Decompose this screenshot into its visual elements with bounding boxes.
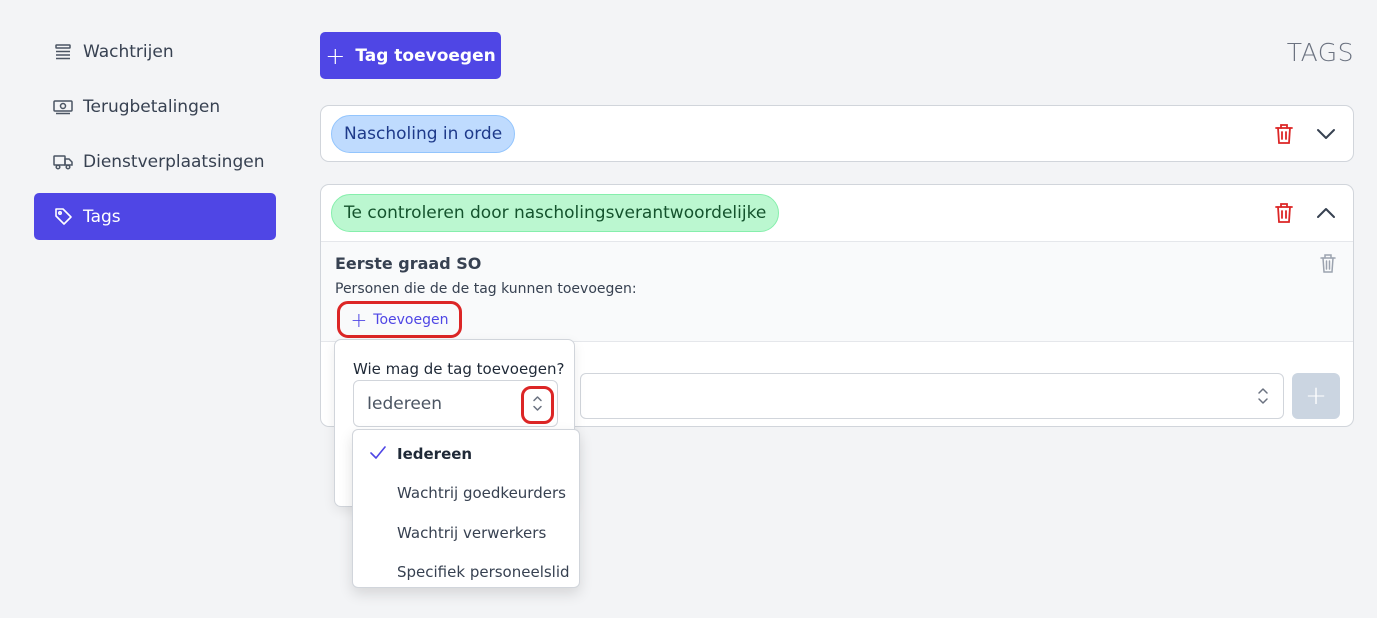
- rule-select[interactable]: [580, 373, 1284, 419]
- tag-card: Nascholing in orde: [320, 105, 1354, 162]
- sidebar-item-label: Tags: [83, 206, 121, 227]
- tag-pill: Te controleren door nascholingsverantwoo…: [331, 194, 780, 232]
- option-label: Wachtrij goedkeurders: [397, 484, 566, 503]
- who-can-add-options: Iedereen Wachtrij goedkeurders Wachtrij …: [352, 429, 580, 588]
- sidebar: Wachtrijen Terugbetalingen Dienstverplaa…: [34, 28, 276, 248]
- trash-icon[interactable]: [1273, 201, 1295, 225]
- plus-icon: +: [325, 41, 346, 70]
- option-wachtrij-verwerkers[interactable]: Wachtrij verwerkers: [353, 513, 579, 553]
- sidebar-item-terugbetalingen[interactable]: Terugbetalingen: [34, 83, 276, 130]
- money-icon: [52, 96, 74, 118]
- add-tag-button[interactable]: + Tag toevoegen: [320, 32, 501, 79]
- add-tag-label: Tag toevoegen: [355, 45, 496, 66]
- sidebar-item-label: Wachtrijen: [83, 41, 174, 62]
- sidebar-item-label: Terugbetalingen: [83, 96, 221, 117]
- add-rule-button[interactable]: +: [1292, 373, 1340, 419]
- select-toggle[interactable]: [521, 386, 554, 424]
- check-icon: [369, 445, 387, 465]
- add-person-label: Toevoegen: [373, 311, 449, 328]
- popover-label: Wie mag de tag toevoegen?: [353, 360, 565, 378]
- option-specifiek-personeelslid[interactable]: Specifiek personeelslid: [353, 553, 579, 593]
- chevron-up-icon[interactable]: [1315, 202, 1337, 224]
- plus-icon: +: [1305, 381, 1327, 411]
- page-title: TAGS: [1286, 38, 1354, 67]
- chevron-up-down-icon: [1257, 387, 1269, 409]
- queue-icon: [52, 41, 74, 63]
- sidebar-item-label: Dienstverplaatsingen: [83, 151, 265, 172]
- option-label: Specifiek personeelslid: [397, 563, 570, 582]
- sidebar-item-dienstverplaatsingen[interactable]: Dienstverplaatsingen: [34, 138, 276, 185]
- rule-title: Eerste graad SO: [335, 254, 482, 273]
- trash-icon[interactable]: [1319, 253, 1337, 274]
- sidebar-item-tags[interactable]: Tags: [34, 193, 276, 240]
- option-label: Wachtrij verwerkers: [397, 523, 547, 542]
- plus-icon: +: [350, 307, 368, 332]
- tag-card-header[interactable]: Te controleren door nascholingsverantwoo…: [321, 185, 1353, 241]
- tag-pill: Nascholing in orde: [331, 115, 516, 153]
- truck-icon: [52, 151, 74, 173]
- chevron-up-down-icon: [532, 395, 543, 416]
- who-can-add-select[interactable]: Iedereen: [353, 380, 558, 427]
- chevron-down-icon[interactable]: [1315, 123, 1337, 145]
- select-value: Iedereen: [367, 394, 443, 414]
- rule-subtitle: Personen die de de tag kunnen toevoegen:: [335, 281, 637, 297]
- option-label: Iedereen: [397, 444, 473, 463]
- tag-card-header[interactable]: Nascholing in orde: [321, 106, 1353, 162]
- option-wachtrij-goedkeurders[interactable]: Wachtrij goedkeurders: [353, 474, 579, 514]
- tag-rule: Eerste graad SO Personen die de de tag k…: [321, 241, 1353, 341]
- trash-icon[interactable]: [1273, 122, 1295, 146]
- sidebar-item-wachtrijen[interactable]: Wachtrijen: [34, 28, 276, 75]
- tag-icon: [52, 206, 74, 228]
- add-person-link[interactable]: + Toevoegen: [337, 301, 462, 338]
- option-iedereen[interactable]: Iedereen: [353, 434, 579, 474]
